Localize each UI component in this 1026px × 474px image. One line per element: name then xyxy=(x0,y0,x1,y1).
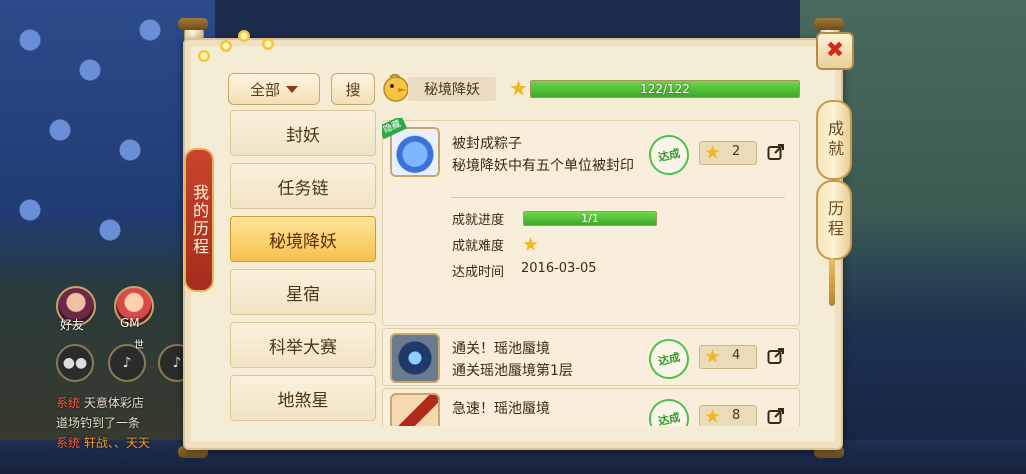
divider xyxy=(451,197,785,198)
achievement-card[interactable]: 通关！瑶池蜃境 通关瑶池蜃境第1层 达成 4 xyxy=(382,328,800,386)
achievement-desc: 秘境降妖中有五个单位被封印 xyxy=(452,158,634,174)
achievement-desc: 通关瑶池蜃境第1层 xyxy=(452,363,573,379)
filter-label: 全部 xyxy=(249,80,280,99)
points-badge: 8 xyxy=(699,405,757,426)
chat-bubble-icon[interactable]: ●● xyxy=(56,344,94,382)
date-label: 达成时间 xyxy=(452,265,505,280)
flower-decoration xyxy=(238,30,250,42)
chat-text: 轩战、、天天 xyxy=(83,436,150,450)
category-title: 秘境降妖 xyxy=(408,77,496,101)
star-icon xyxy=(705,409,720,423)
filter-dropdown[interactable]: 全部 xyxy=(228,73,320,105)
chat-tag: 系统 xyxy=(56,396,81,410)
search-button[interactable]: 搜 xyxy=(331,73,375,105)
share-icon[interactable] xyxy=(767,347,785,365)
gm-label: GM xyxy=(120,316,140,330)
roller-cap xyxy=(814,18,844,30)
tab-history[interactable]: 历程 xyxy=(816,180,852,260)
flower-decoration xyxy=(262,38,274,50)
chat-text: 道场钓到了一条 xyxy=(56,416,141,430)
share-icon[interactable] xyxy=(767,407,785,425)
chat-line-2: 道场钓到了一条 xyxy=(56,414,140,431)
achievement-title: 被封成粽子 xyxy=(452,136,522,152)
mic-channel-label: 世 xyxy=(134,340,144,351)
date-value: 2016-03-05 xyxy=(521,261,597,276)
flower-decoration xyxy=(198,50,210,62)
points-badge: 2 xyxy=(699,141,757,165)
tab-achievements[interactable]: 成就 xyxy=(816,100,852,180)
chat-line-1: 系统 天意体彩店 xyxy=(56,394,144,411)
progress-text: 1/1 xyxy=(581,212,599,225)
points-value: 8 xyxy=(732,408,741,423)
progress-text: 122/122 xyxy=(640,82,690,96)
nav-item-xingxiu[interactable]: 星宿 xyxy=(230,269,376,315)
friends-label: 好友 xyxy=(60,318,85,332)
points-value: 4 xyxy=(732,348,741,363)
star-icon xyxy=(523,237,538,251)
close-button[interactable]: ✖ xyxy=(816,32,854,70)
points-badge: 4 xyxy=(699,345,757,369)
points-value: 2 xyxy=(732,144,741,159)
nav-item-keju[interactable]: 科举大赛 xyxy=(230,322,376,368)
my-history-tab[interactable]: 我的历程 xyxy=(184,148,214,292)
orb-icon xyxy=(390,333,440,383)
achievement-card[interactable]: 隐藏 被封成粽子 秘境降妖中有五个单位被封印 达成 2 成就进度 1/1 成就难… xyxy=(382,118,800,326)
search-label: 搜 xyxy=(345,80,361,99)
chat-line-3: 系统 轩战、、天天 xyxy=(56,434,150,451)
chat-text: 天意体彩店 xyxy=(83,396,144,410)
completed-stamp: 达成 xyxy=(645,131,693,179)
roller-cap xyxy=(178,18,208,30)
nav-item-mijing[interactable]: 秘境降妖 xyxy=(230,216,376,262)
progress-label: 成就进度 xyxy=(452,213,505,228)
chick-mascot-icon xyxy=(383,73,409,102)
achievement-card[interactable]: 急速！瑶池蜃境 达成 8 xyxy=(382,388,800,426)
achievement-progress-bar: 1/1 xyxy=(523,211,657,226)
completed-stamp: 达成 xyxy=(645,335,693,383)
category-progress-bar: 122/122 xyxy=(530,80,800,98)
chevron-down-icon xyxy=(286,85,298,93)
chat-tag: 系统 xyxy=(56,436,81,450)
flower-decoration xyxy=(220,40,232,52)
nav-item-fengyao[interactable]: 封妖 xyxy=(230,110,376,156)
nav-item-dishaxing[interactable]: 地煞星 xyxy=(230,375,376,421)
tassel-decoration xyxy=(829,258,835,306)
achievement-title: 急速！瑶池蜃境 xyxy=(452,401,550,417)
turtle-icon xyxy=(390,127,440,177)
difficulty-label: 成就难度 xyxy=(452,239,505,254)
close-icon: ✖ xyxy=(825,38,845,63)
star-icon xyxy=(705,349,720,363)
nav-item-renwulian[interactable]: 任务链 xyxy=(230,163,376,209)
share-icon[interactable] xyxy=(767,143,785,161)
completed-stamp: 达成 xyxy=(645,395,693,426)
achievement-list[interactable]: 隐藏 被封成粽子 秘境降妖中有五个单位被封印 达成 2 成就进度 1/1 成就难… xyxy=(382,118,800,426)
sword-icon xyxy=(390,393,440,426)
star-icon xyxy=(705,145,720,159)
achievement-title: 通关！瑶池蜃境 xyxy=(452,341,550,357)
